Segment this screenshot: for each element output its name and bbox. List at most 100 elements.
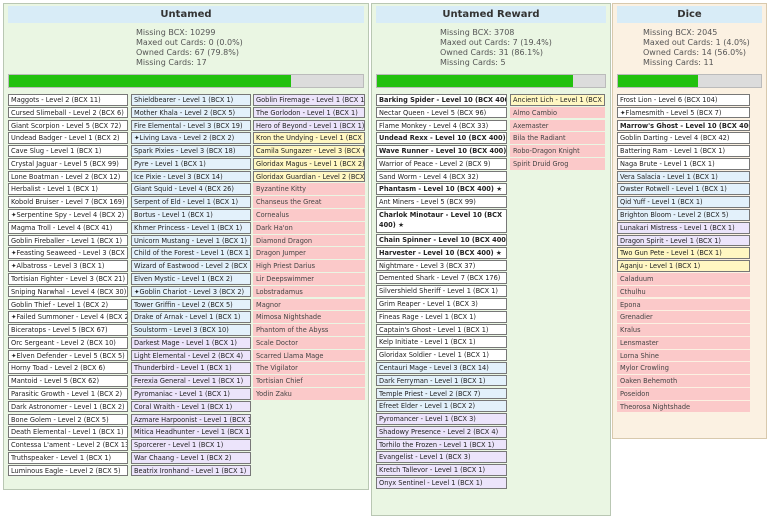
panel-title: Untamed <box>8 6 364 23</box>
card-item: Mother Khala - Level 2 (BCX 5) <box>131 106 251 119</box>
card-item: Barking Spider - Level 10 (BCX 400) ★ <box>376 94 507 106</box>
card-item: Maggots - Level 2 (BCX 11) <box>8 94 128 106</box>
card-item: Charlok Minotaur - Level 10 (BCX 400) ★ <box>376 209 507 234</box>
card-item: ✦Flamesmith - Level 5 (BCX 7) <box>617 106 750 119</box>
missing-card: Theorosa Nightshade <box>617 400 750 413</box>
stat-missing-cards: Missing Cards: 11 <box>643 58 714 67</box>
card-item: Nectar Queen - Level 5 (BCX 96) <box>376 106 507 119</box>
card-item: Bone Golem - Level 2 (BCX 5) <box>8 413 128 426</box>
card-item: Gloridax Magus - Level 1 (BCX 2) <box>253 157 365 170</box>
card-item: Dark Ferryman - Level 1 (BCX 1) <box>376 374 507 387</box>
missing-card: Caladuum <box>617 272 750 285</box>
card-item: Khmer Princess - Level 1 (BCX 1) <box>131 221 251 234</box>
card-item: Sporcerer - Level 1 (BCX 1) <box>131 439 251 451</box>
card-item: Marrow's Ghost - Level 10 (BCX 400) ★ <box>617 119 750 132</box>
card-item: Nightmare - Level 3 (BCX 37) <box>376 259 507 272</box>
panel-stats: Missing BCX: 10299 Maxed out Cards: 0 (0… <box>136 28 368 68</box>
card-item: Azmare Harpoonist - Level 1 (BCX 1) <box>131 413 251 426</box>
card-item: Shieldbearer - Level 1 (BCX 1) <box>131 94 251 106</box>
card-item: Dragon Spirit - Level 1 (BCX 1) <box>617 234 750 247</box>
card-item: Ice Pixie - Level 3 (BCX 14) <box>131 170 251 183</box>
stat-missing-bcx: Missing BCX: 10299 <box>136 28 216 37</box>
card-column: Barking Spider - Level 10 (BCX 400) ★ Nec… <box>376 94 507 490</box>
card-item: Brighton Bloom - Level 2 (BCX 5) <box>617 209 750 221</box>
missing-card: Dragon Jumper <box>253 247 365 260</box>
card-item: Captain's Ghost - Level 1 (BCX 1) <box>376 323 507 336</box>
panel-stats: Missing BCX: 3708 Maxed out Cards: 7 (19… <box>440 28 610 68</box>
card-item: ✦Failed Summoner - Level 4 (BCX 2) <box>8 311 128 323</box>
panel-dice: Dice Missing BCX: 2045 Maxed out Cards: … <box>612 3 767 439</box>
missing-card: Almo Cambio <box>510 106 605 119</box>
card-column: Maggots - Level 2 (BCX 11) Cursed Slimeba… <box>8 94 128 477</box>
card-item: Qid Yuff - Level 1 (BCX 1) <box>617 196 750 208</box>
card-item: Kron the Undying - Level 1 (BCX 1) <box>253 132 365 145</box>
card-item: Camila Sungazer - Level 3 (BCX 6) <box>253 145 365 157</box>
card-item: War Chaang - Level 1 (BCX 2) <box>131 451 251 464</box>
card-item: Giant Scorpion - Level 5 (BCX 72) <box>8 119 128 132</box>
card-item: Frost Lion - Level 6 (BCX 104) <box>617 94 750 106</box>
missing-card: Tortisian Chief <box>253 375 365 387</box>
card-item: Pyromancer - Level 1 (BCX 3) <box>376 413 507 425</box>
card-item: Chain Spinner - Level 10 (BCX 400) ★ <box>376 234 507 246</box>
card-item: Fineas Rage - Level 1 (BCX 1) <box>376 310 507 323</box>
card-item: Efreet Elder - Level 1 (BCX 2) <box>376 400 507 412</box>
stat-maxed-cards: Maxed out Cards: 1 (4.0%) <box>643 38 750 47</box>
missing-card: Cornealus <box>253 209 365 221</box>
card-item: Wizard of Eastwood - Level 2 (BCX 5) <box>131 260 251 272</box>
stat-missing-bcx: Missing BCX: 2045 <box>643 28 718 37</box>
card-item: Owster Rotwell - Level 1 (BCX 1) <box>617 183 750 196</box>
stat-maxed-cards: Maxed out Cards: 7 (19.4%) <box>440 38 552 47</box>
card-item: Dark Astronomer - Level 1 (BCX 2) <box>8 400 128 413</box>
card-item: Kretch Tallevor - Level 1 (BCX 1) <box>376 464 507 476</box>
missing-card: Byzantine Kitty <box>253 183 365 196</box>
card-item: Bortus - Level 1 (BCX 1) <box>131 209 251 221</box>
card-item: Death Elemental - Level 1 (BCX 1) <box>8 426 128 438</box>
card-item: Phantasm - Level 10 (BCX 400) ★ <box>376 183 507 196</box>
card-item: ✦Goblin Chariot - Level 3 (BCX 2) <box>131 285 251 298</box>
card-item: Evangelist - Level 1 (BCX 3) <box>376 451 507 464</box>
card-item: Lone Boatman - Level 2 (BCX 12) <box>8 170 128 183</box>
card-item: Temple Priest - Level 2 (BCX 7) <box>376 387 507 400</box>
card-column: Frost Lion - Level 6 (BCX 104) ✦Flamesmit… <box>617 94 750 414</box>
card-item: Gloridax Soldier - Level 1 (BCX 1) <box>376 349 507 361</box>
card-item: Soulstorm - Level 3 (BCX 10) <box>131 324 251 336</box>
panel-title: Dice <box>617 6 762 23</box>
missing-card: Kralus <box>617 324 750 336</box>
missing-card: Mylor Crowling <box>617 362 750 375</box>
card-item: Demented Shark - Level 7 (BCX 176) <box>376 272 507 285</box>
card-item: Shadowy Presence - Level 2 (BCX 4) <box>376 425 507 438</box>
card-item: ✦Albatross - Level 3 (BCX 1) <box>8 260 128 272</box>
missing-card: Mimosa Nightshade <box>253 311 365 323</box>
card-item: Naga Brute - Level 1 (BCX 1) <box>617 157 750 170</box>
missing-card: Scarred Llama Mage <box>253 349 365 362</box>
card-item: Goblin Thief - Level 1 (BCX 2) <box>8 298 128 311</box>
card-item: Giant Squid - Level 4 (BCX 26) <box>131 183 251 196</box>
card-item: Torhilo the Frozen - Level 1 (BCX 1) <box>376 438 507 451</box>
missing-card: Lobstradamus <box>253 285 365 298</box>
card-item: Coral Wraith - Level 1 (BCX 1) <box>131 400 251 413</box>
card-item: Child of the Forest - Level 1 (BCX 1) <box>131 247 251 260</box>
missing-card: Scale Doctor <box>253 336 365 349</box>
stat-missing-cards: Missing Cards: 5 <box>440 58 506 67</box>
card-item: Truthspeaker - Level 1 (BCX 1) <box>8 451 128 464</box>
card-item: Drake of Arnak - Level 1 (BCX 1) <box>131 311 251 323</box>
panel-untamed: Untamed Missing BCX: 10299 Maxed out Car… <box>3 3 369 490</box>
card-item: Beatrix Ironhand - Level 1 (BCX 1) <box>131 464 251 477</box>
card-item: Cursed Slimeball - Level 2 (BCX 6) <box>8 106 128 119</box>
card-item: Aganju - Level 1 (BCX 1) <box>617 260 750 272</box>
card-item: Harvester - Level 10 (BCX 400) ★ <box>376 246 507 259</box>
card-item: Unicorn Mustang - Level 1 (BCX 1) <box>131 234 251 247</box>
card-item: Wave Runner - Level 10 (BCX 400) ★ <box>376 145 507 157</box>
card-item: Kelp Initiate - Level 1 (BCX 1) <box>376 336 507 349</box>
missing-card: Epona <box>617 298 750 311</box>
missing-card: Diamond Dragon <box>253 234 365 247</box>
missing-card: Bila the Radiant <box>510 132 605 145</box>
stat-owned-cards: Owned Cards: 67 (79.8%) <box>136 48 239 57</box>
card-item: Undead Badger - Level 1 (BCX 2) <box>8 132 128 145</box>
card-item: Kobold Bruiser - Level 7 (BCX 169) <box>8 196 128 208</box>
card-item: ✦Serpentine Spy - Level 4 (BCX 2) <box>8 209 128 221</box>
missing-card: Cthulhu <box>617 285 750 298</box>
stat-missing-cards: Missing Cards: 17 <box>136 58 207 67</box>
card-item: Cave Slug - Level 1 (BCX 1) <box>8 145 128 157</box>
progress-fill <box>618 75 699 87</box>
